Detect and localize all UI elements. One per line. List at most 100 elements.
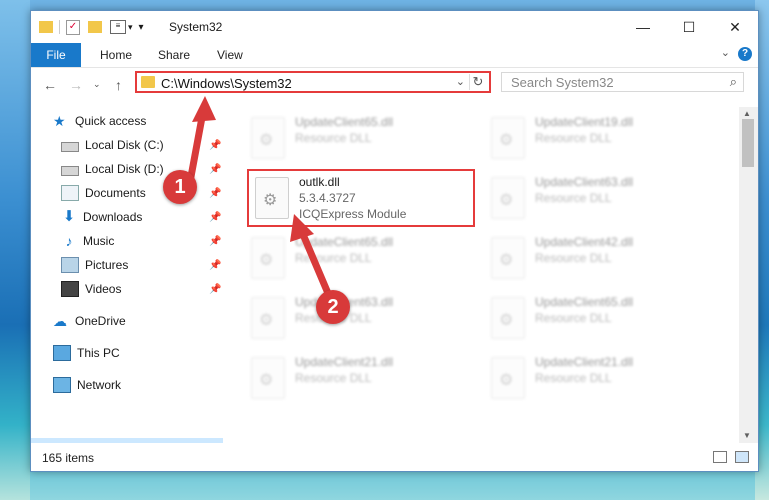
help-button[interactable]: ?	[738, 47, 752, 61]
network-icon	[53, 377, 71, 393]
sidebar-item-videos[interactable]: Videos	[61, 278, 121, 300]
scroll-up-icon[interactable]: ▲	[743, 109, 751, 118]
tab-view[interactable]: View	[217, 48, 243, 62]
callout-badge-2: 2	[316, 290, 350, 324]
cloud-icon: ☁	[53, 313, 67, 329]
sidebar-item-label: This PC	[77, 346, 120, 360]
new-folder-icon[interactable]	[88, 21, 102, 33]
file-type: Resource DLL	[295, 251, 372, 265]
file-item[interactable]: UpdateClient65.dll Resource DLL	[487, 293, 707, 349]
pin-icon[interactable]: 📌	[209, 260, 221, 271]
search-icon[interactable]: ⌕	[730, 74, 737, 90]
file-item[interactable]: UpdateClient21.dll Resource DLL	[247, 353, 467, 409]
address-bar[interactable]: C:\Windows\System32 ⌄ ↻	[135, 71, 491, 93]
search-input[interactable]: Search System32	[511, 75, 614, 90]
vertical-scrollbar[interactable]: ▲ ▼	[739, 107, 758, 443]
sidebar-item-downloads[interactable]: ⬇ Downloads	[61, 206, 143, 228]
scrollbar-thumb[interactable]	[742, 119, 754, 167]
scroll-down-icon[interactable]: ▼	[743, 431, 751, 440]
file-item[interactable]: UpdateClient65.dll Resource DLL	[247, 113, 467, 169]
folder-icon	[141, 76, 155, 88]
sidebar-item-label: Local Disk (D:)	[85, 162, 164, 176]
sidebar-item-label: Quick access	[75, 114, 147, 128]
star-icon: ★	[53, 113, 66, 129]
quick-access-separator	[59, 20, 60, 34]
sidebar-item-this-pc[interactable]: This PC	[53, 342, 120, 364]
large-icons-view-icon[interactable]	[735, 451, 749, 463]
sidebar-item-label: Pictures	[85, 258, 129, 272]
file-name: UpdateClient65.dll	[535, 295, 634, 309]
file-type: Resource DLL	[295, 371, 372, 385]
properties-check-icon[interactable]: ✓	[66, 19, 80, 35]
dll-file-icon	[491, 237, 525, 279]
tab-file[interactable]: File	[31, 43, 81, 67]
customize-dropdown-icon[interactable]: ▾	[139, 22, 144, 33]
file-item[interactable]: UpdateClient19.dll Resource DLL	[487, 113, 707, 169]
minimize-button[interactable]: —	[620, 11, 666, 43]
sidebar-item-network[interactable]: Network	[53, 374, 121, 396]
sidebar-item-onedrive[interactable]: ☁ OneDrive	[53, 310, 126, 332]
close-button[interactable]: ✕	[712, 11, 758, 43]
file-explorer-window: ✓ ≡ ▾ ▾ System32 — ☐ ✕ File Home Share V…	[30, 10, 759, 472]
maximize-button[interactable]: ☐	[666, 11, 712, 43]
expand-ribbon-icon[interactable]: ⌄	[721, 46, 730, 59]
up-button[interactable]: ↑	[115, 77, 122, 93]
sidebar-item-label: Local Disk (C:)	[85, 138, 164, 152]
file-item[interactable]: UpdateClient65.dll Resource DLL	[247, 233, 467, 289]
dll-file-icon	[251, 237, 285, 279]
file-list: UpdateClient65.dll Resource DLL outlk.dl…	[225, 107, 739, 443]
file-item[interactable]: UpdateClient63.dll Resource DLL	[247, 293, 467, 349]
file-name: UpdateClient42.dll	[535, 235, 634, 249]
file-name: UpdateClient21.dll	[535, 355, 634, 369]
file-item[interactable]: UpdateClient21.dll Resource DLL	[487, 353, 707, 409]
file-item[interactable]: UpdateClient42.dll Resource DLL	[487, 233, 707, 289]
file-type: Resource DLL	[535, 191, 612, 205]
file-type: Resource DLL	[535, 311, 612, 325]
sidebar-item-music[interactable]: ♪ Music	[61, 230, 115, 252]
dll-file-icon	[251, 297, 285, 339]
sidebar-item-quick-access[interactable]: ★ Quick access	[53, 110, 146, 132]
sidebar-item-label: Downloads	[83, 210, 143, 224]
file-item[interactable]: UpdateClient63.dll Resource DLL	[487, 173, 707, 229]
pin-icon[interactable]: 📌	[209, 236, 221, 247]
computer-icon	[53, 345, 71, 361]
dll-file-icon	[491, 117, 525, 159]
file-name: UpdateClient63.dll	[535, 175, 634, 189]
dll-file-icon	[251, 117, 285, 159]
desktop-background-left	[0, 0, 30, 500]
sidebar-item-local-disk-c[interactable]: Local Disk (C:)	[61, 134, 164, 156]
search-box[interactable]: Search System32 ⌕	[501, 72, 744, 92]
pin-icon[interactable]: 📌	[209, 140, 221, 151]
file-name: UpdateClient65.dll	[295, 235, 394, 249]
sidebar-item-local-disk-d[interactable]: Local Disk (D:)	[61, 158, 164, 180]
sidebar-item-pictures[interactable]: Pictures	[61, 254, 128, 276]
pin-icon[interactable]: 📌	[209, 188, 221, 199]
folder-icon	[39, 21, 53, 33]
file-type: Resource DLL	[295, 131, 372, 145]
chevron-down-icon[interactable]: ▾	[128, 22, 133, 33]
file-name: UpdateClient65.dll	[295, 115, 394, 129]
refresh-button[interactable]: ↻	[469, 74, 486, 90]
pin-icon[interactable]: 📌	[209, 164, 221, 175]
address-dropdown-icon[interactable]: ⌄	[456, 75, 465, 88]
details-view-icon[interactable]	[713, 451, 727, 463]
pin-icon[interactable]: 📌	[209, 284, 221, 295]
tab-home[interactable]: Home	[100, 48, 132, 62]
customize-icon[interactable]: ≡	[110, 20, 126, 34]
status-bar: 165 items	[31, 443, 758, 471]
highlight-box-file	[247, 169, 475, 227]
file-type: Resource DLL	[535, 371, 612, 385]
recent-locations-icon[interactable]: ⌄	[93, 79, 101, 90]
dll-file-icon	[491, 177, 525, 219]
sidebar-item-label: Network	[77, 378, 122, 392]
downloads-icon: ⬇	[62, 208, 76, 225]
tab-share[interactable]: Share	[158, 48, 190, 62]
back-button[interactable]: ←	[43, 77, 57, 93]
sidebar-item-documents[interactable]: Documents	[61, 182, 146, 204]
quick-access-toolbar: ✓ ≡ ▾ ▾	[39, 19, 144, 35]
documents-icon	[61, 185, 79, 201]
sidebar-item-label: Documents	[85, 186, 146, 200]
title-bar: ✓ ≡ ▾ ▾ System32 — ☐ ✕	[31, 11, 758, 43]
forward-button[interactable]: →	[69, 77, 83, 93]
pin-icon[interactable]: 📌	[209, 212, 221, 223]
